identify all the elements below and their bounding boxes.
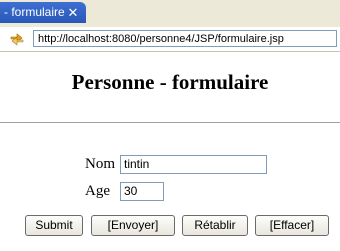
arrows-icon[interactable] [9,31,25,47]
tab-bar: - formulaire ✕ [0,0,340,27]
age-field[interactable]: 30 [120,182,164,201]
age-label: Age [85,183,110,199]
envoyer-button[interactable]: [Envoyer] [91,215,175,236]
divider [0,122,340,123]
nom-field[interactable]: tintin [120,155,267,174]
page-title: Personne - formulaire [71,70,269,94]
effacer-button[interactable]: [Effacer] [255,215,329,236]
browser-tab[interactable]: - formulaire ✕ [0,2,86,23]
nom-label: Nom [85,156,115,172]
address-bar: http://localhost:8080/personne4/JSP/form… [0,27,340,52]
tab-title: - formulaire [4,5,65,19]
submit-button[interactable]: Submit [25,215,83,236]
retablir-button[interactable]: Rétablir [182,215,248,236]
url-input[interactable]: http://localhost:8080/personne4/JSP/form… [33,30,337,47]
close-icon[interactable]: ✕ [66,2,80,23]
